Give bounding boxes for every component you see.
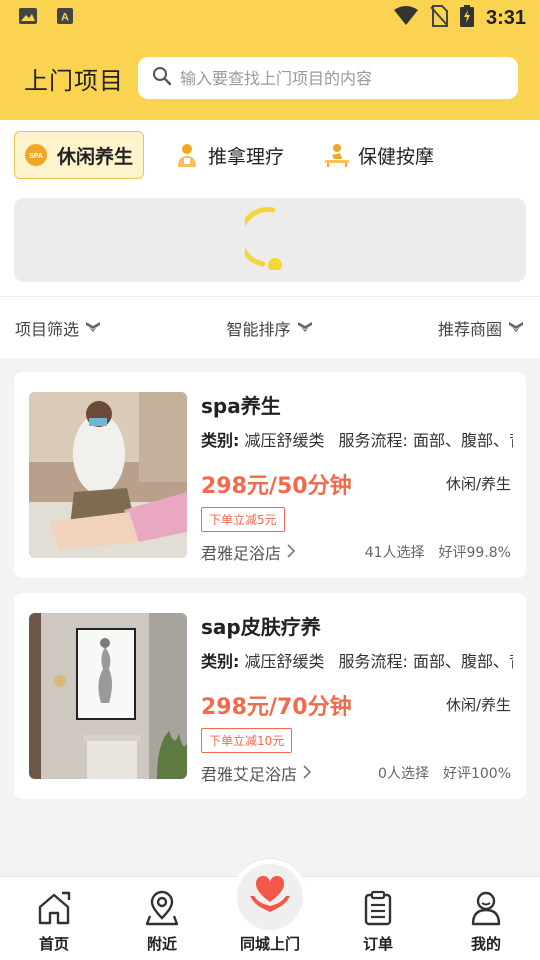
shop-link[interactable]: 君雅足浴店: [201, 540, 296, 564]
nav-label: 我的: [470, 935, 501, 953]
image-notification-icon: [18, 7, 38, 29]
filter-label: 推荐商圈: [437, 319, 502, 339]
chevron-down-icon: [85, 318, 101, 337]
shop-name: 君雅足浴店: [201, 544, 282, 563]
tab-health-massage[interactable]: 保健按摩: [316, 131, 444, 179]
center-button-inner: [237, 863, 303, 930]
nav-home[interactable]: 首页: [0, 877, 108, 960]
nav-label: 同城上门: [239, 935, 300, 953]
category-label: 类别:: [201, 431, 240, 450]
filter-sort[interactable]: 智能排序: [226, 316, 312, 340]
user-icon: [467, 889, 505, 927]
banner-section: [0, 190, 540, 296]
filter-label: 项目筛选: [15, 319, 80, 339]
therapist-icon: [174, 142, 200, 168]
clipboard-icon: [359, 889, 397, 927]
service-flow: 服务流程: 面部、腹部、背部: [338, 431, 513, 450]
nav-nearby[interactable]: 附近: [108, 877, 216, 960]
clock-time: 3:31: [485, 6, 526, 29]
product-image[interactable]: [29, 613, 187, 779]
search-bar[interactable]: [138, 57, 518, 99]
shop-name: 君雅艾足浴店: [201, 765, 298, 784]
rating: 好评99.8%: [438, 545, 511, 561]
product-stats: 0人选择 好评100%: [378, 763, 511, 783]
tab-label: 保健按摩: [358, 145, 435, 168]
category-value: 减压舒缓类: [244, 431, 325, 450]
battery-charging-icon: [459, 5, 474, 31]
massage-icon: [324, 142, 350, 168]
nav-mine[interactable]: 我的: [432, 877, 540, 960]
spa-icon: SPA: [23, 142, 49, 168]
promo-badge: 下单立减10元: [201, 728, 293, 753]
category-tabs: SPA 休闲养生 推拿理疗 保健按摩: [0, 120, 540, 190]
product-stats: 41人选择 好评99.8%: [365, 542, 511, 562]
product-price: 298元/50分钟: [201, 474, 352, 499]
status-bar: A 3:31: [0, 0, 540, 36]
chevron-right-icon: [287, 543, 296, 562]
product-type: 休闲/养生: [445, 475, 511, 493]
home-icon: [35, 889, 73, 927]
category-value: 减压舒缓类: [244, 652, 325, 671]
service-flow: 服务流程: 面部、腹部、背部: [338, 652, 513, 671]
font-notification-icon: A: [56, 7, 74, 29]
loading-spinner-icon: [238, 206, 295, 274]
filter-project[interactable]: 项目筛选: [15, 316, 101, 340]
promo-badge: 下单立减5元: [201, 507, 285, 532]
no-sim-icon: [430, 5, 448, 31]
chevron-right-icon: [303, 764, 312, 783]
location-icon: [143, 889, 181, 927]
shop-link[interactable]: 君雅艾足浴店: [201, 761, 312, 785]
product-title: spa养生: [201, 394, 281, 418]
wifi-icon: [393, 6, 418, 30]
search-input[interactable]: [180, 68, 504, 88]
category-label: 类别:: [201, 652, 240, 671]
svg-text:SPA: SPA: [29, 153, 43, 160]
center-nav-button[interactable]: [232, 858, 308, 934]
product-category: 类别: 减压舒缓类服务流程: 面部、腹部、背部: [201, 648, 513, 672]
chevron-down-icon: [297, 318, 313, 337]
page-title: 上门项目: [24, 66, 124, 95]
tab-label: 休闲养生: [57, 145, 134, 168]
tab-leisure-wellness[interactable]: SPA 休闲养生: [14, 131, 145, 179]
nav-label: 订单: [362, 935, 393, 953]
product-title: sap皮肤疗养: [201, 615, 321, 639]
rating: 好评100%: [442, 766, 511, 782]
selected-count: 0人选择: [378, 766, 429, 782]
product-price: 298元/70分钟: [201, 695, 352, 720]
product-type: 休闲/养生: [445, 696, 511, 714]
app-header: 上门项目: [0, 36, 540, 120]
tab-massage-therapy[interactable]: 推拿理疗: [166, 131, 294, 179]
product-card[interactable]: sap皮肤疗养 类别: 减压舒缓类服务流程: 面部、腹部、背部 298元/70分…: [14, 593, 526, 799]
selected-count: 41人选择: [364, 545, 425, 561]
product-category: 类别: 减压舒缓类服务流程: 面部、腹部、背部: [201, 427, 513, 451]
filter-bar: 项目筛选 智能排序 推荐商圈: [0, 296, 540, 358]
product-image[interactable]: [29, 392, 187, 558]
product-card[interactable]: spa养生 类别: 减压舒缓类服务流程: 面部、腹部、背部 298元/50分钟 …: [14, 372, 526, 578]
banner-carousel[interactable]: [14, 198, 526, 282]
chevron-down-icon: [508, 318, 524, 337]
nav-label: 附近: [146, 935, 177, 953]
tab-label: 推拿理疗: [208, 145, 285, 168]
heart-hands-icon: [248, 874, 292, 920]
nav-label: 首页: [38, 935, 69, 953]
search-icon: [152, 66, 172, 90]
svg-text:A: A: [61, 12, 69, 24]
filter-label: 智能排序: [226, 319, 291, 339]
filter-district[interactable]: 推荐商圈: [438, 316, 524, 340]
nav-orders[interactable]: 订单: [324, 877, 432, 960]
